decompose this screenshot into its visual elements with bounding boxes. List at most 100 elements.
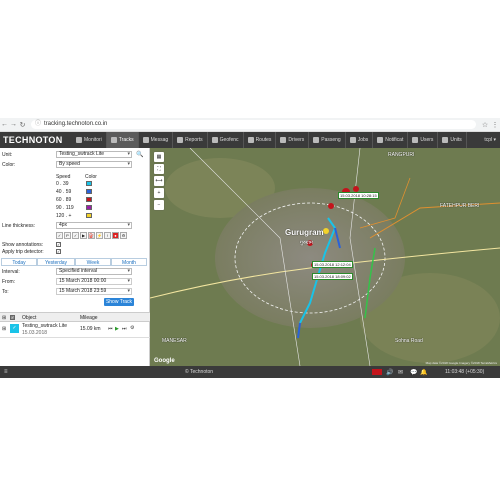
tab-label: Passeng [321,137,341,143]
bell-icon[interactable]: 🔔 [420,369,427,376]
color-label: Color: [2,162,16,168]
alert-badge-icon[interactable] [372,369,382,375]
parking-icon[interactable]: P [64,232,71,239]
tab-passeng[interactable]: Passeng [309,132,346,148]
show-annotations-checkbox[interactable]: ✓ [56,242,61,247]
app-header: TECHNOTON Monitori Tracks Messag Reports Geo… [0,132,500,148]
tab-label: Units [450,137,462,143]
zoom-out-button[interactable]: − [154,200,164,210]
speed-color-swatch[interactable] [86,197,92,202]
browser-menu-icon[interactable]: ⋮ [490,121,500,129]
period-tab-today[interactable]: Today [1,258,37,266]
unit-select[interactable]: Testing_swtrack Lite [56,151,132,158]
flag-icon[interactable]: ▶ [80,232,87,239]
user-menu[interactable]: tcpl ▾ [480,137,500,143]
tab-drivers[interactable]: Drivers [276,132,310,148]
report-icon [177,137,184,143]
speed-color-swatch[interactable] [86,213,92,218]
ruler-button[interactable]: ⟷ [154,176,164,186]
to-input[interactable]: 15 March 2018 23:59 [56,288,132,295]
tab-label: Monitori [84,137,102,143]
tab-messag[interactable]: Messag [139,132,174,148]
tab-units[interactable]: Units [438,132,467,148]
speed-range-label: 120 . + [56,213,72,219]
period-tab-month[interactable]: Month [111,258,147,266]
settings-icon[interactable]: ⚙ [120,232,127,239]
monitor-icon [76,137,82,143]
tab-label: Tracks [118,137,134,143]
tab-tracks[interactable]: Tracks [106,132,139,148]
star-icon[interactable]: ☆ [480,121,490,129]
google-logo: Google [154,358,175,364]
play-back-icon[interactable]: ⏮ [108,326,113,332]
stop-icon[interactable]: ● [112,232,119,239]
speed-color-swatch[interactable] [86,181,92,186]
geofence-icon [211,137,218,143]
tab-notificat[interactable]: Notificat [373,132,409,148]
map-attribution: Map data ©2018 Google Imagery ©2018 Terr… [425,361,497,365]
fullscreen-button[interactable]: ⛶ [154,164,164,174]
alert-icon[interactable]: ! [104,232,111,239]
period-tab-week[interactable]: Week [75,258,111,266]
tab-jobs[interactable]: Jobs [346,132,374,148]
table-row[interactable]: ⊞ ✓ Testing_swtrack Lite 15.03.2018 15.0… [0,322,150,338]
speed-color-swatch[interactable] [86,189,92,194]
reload-icon[interactable]: ↻ [18,121,27,129]
address-bar[interactable]: ⓘ tracking.technoton.co.in [31,120,476,129]
speed-range-label: 90 . 119 [56,205,74,211]
fast-forward-icon[interactable]: ⏭ [122,326,127,332]
route-icon [247,137,254,143]
tab-reports[interactable]: Reports [173,132,208,148]
map-layers-button[interactable]: ▦ [154,152,164,162]
speed-color-swatch[interactable] [86,205,92,210]
tab-label: Messag [150,137,169,143]
mileage-header: Mileage [80,315,98,321]
play-icon[interactable]: ▶ [115,326,119,332]
browser-toolbar: ← → ↻ ⓘ tracking.technoton.co.in ☆ ⋮ [0,118,500,132]
track-time-tag: 15.03.2018 10:28:15 [338,192,379,199]
apply-trip-label: Apply trip detector: [2,249,44,255]
row-checkbox[interactable]: ✓ [10,324,19,333]
stop-marker[interactable] [328,203,334,209]
interval-select[interactable]: Specified interval [56,268,132,275]
address-text: tracking.technoton.co.in [44,121,108,127]
tab-label: Routes [255,137,272,143]
tab-label: Notificat [385,137,404,143]
zoom-in-button[interactable]: + [154,188,164,198]
search-unit-icon[interactable]: 🔍 [136,151,143,158]
chat-icon[interactable]: 💬 [410,369,417,376]
map-label-manesar: MANESAR [162,338,187,344]
row-expand-icon[interactable]: ⊞ [2,326,6,332]
map-view[interactable]: 15.03.2018 10:28:15 15.03.2018 12:12:04 … [150,148,500,366]
forward-icon[interactable]: → [9,121,18,128]
track-options-toolbar: ✓ P ✓ ▶ ⛽ ⚡ ! ● ⚙ [56,232,136,240]
from-input[interactable]: 15 March 2018 00:00 [56,278,132,285]
interval-label: Interval: [2,269,20,275]
notification-icon [377,137,384,143]
apply-trip-checkbox[interactable]: ✓ [56,249,61,254]
period-tab-yesterday[interactable]: Yesterday [37,258,75,266]
tab-geofenc[interactable]: Geofenc [208,132,244,148]
table-expand-icon[interactable]: ⊞ [2,315,6,321]
map-canvas [150,148,500,366]
marker-icon[interactable]: ✓ [56,232,63,239]
tab-users[interactable]: Users [408,132,439,148]
more-icon[interactable]: ⚙ [130,325,134,331]
fuel-icon[interactable]: ⛽ [88,232,95,239]
footer-time: 11:03:48 (+05:30) [445,369,485,375]
tab-monitori[interactable]: Monitori [72,132,107,148]
line-thickness-select[interactable]: 4px [56,222,132,229]
show-annotations-label: Show annotations: [2,242,44,248]
select-all-checkbox[interactable]: ✓ [10,315,15,320]
event-icon[interactable]: ✓ [72,232,79,239]
tab-routes[interactable]: Routes [244,132,277,148]
sound-icon[interactable]: 🔊 [386,369,393,376]
info-icon: ⓘ [35,121,42,127]
color-mode-select[interactable]: By speed [56,161,132,168]
footer-menu-icon[interactable]: ≡ [4,369,8,375]
back-icon[interactable]: ← [0,121,9,128]
driver-icon [280,137,287,143]
show-track-button[interactable]: Show Track [104,298,134,306]
speed-icon[interactable]: ⚡ [96,232,103,239]
mail-icon[interactable]: ✉ [398,369,403,376]
